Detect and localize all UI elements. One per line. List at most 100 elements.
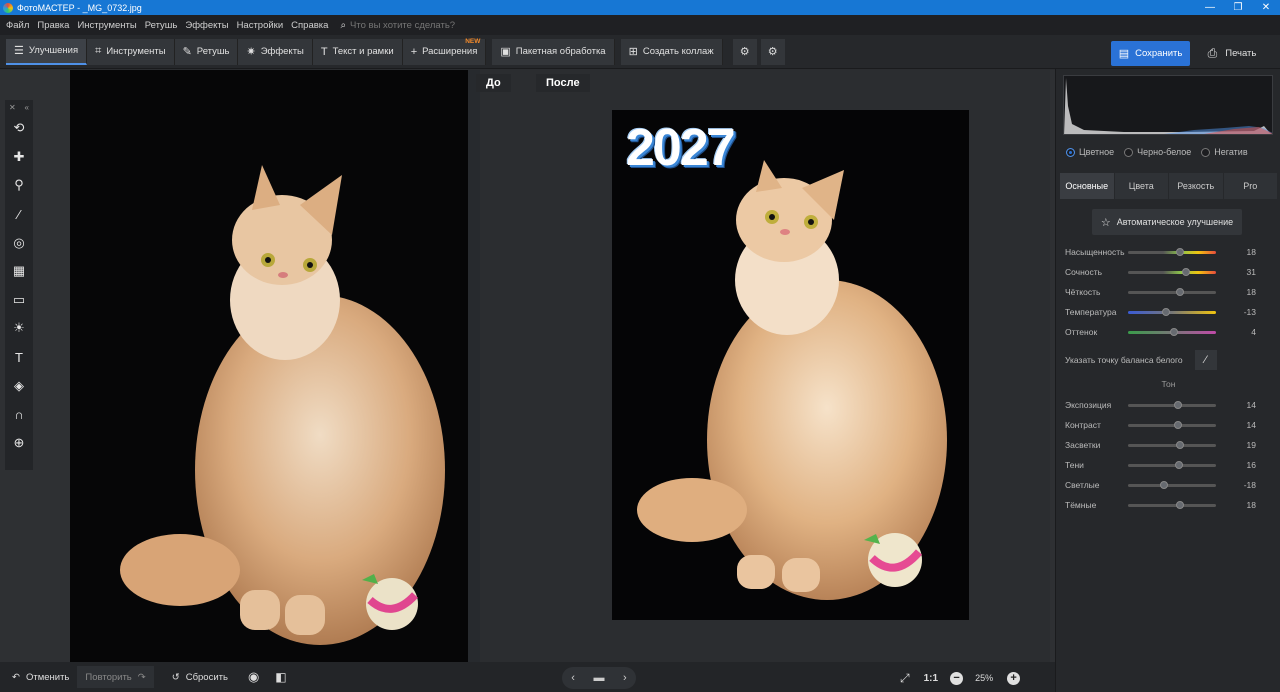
tab-retouch[interactable]: ✎ Ретушь [174, 38, 239, 65]
adjustments-panel: Цветное Черно-белое Негатив Основные Цве… [1055, 69, 1280, 692]
folder-icon[interactable]: ▬ [593, 672, 604, 684]
menu-effects[interactable]: Эффекты [185, 20, 228, 31]
eyedropper-icon[interactable]: ⁄ [1194, 350, 1217, 370]
auto-enhance-button[interactable]: ☆ Автоматическое улучшение [1092, 209, 1242, 235]
text-tool-icon[interactable]: T [5, 343, 33, 372]
slider-value: 14 [1246, 400, 1256, 410]
compare-settings-icon[interactable]: ⚙ [732, 38, 757, 65]
history-icon[interactable]: ⚙ [760, 38, 785, 65]
cat-photo-after [637, 160, 947, 600]
prev-image-icon[interactable]: ‹ [571, 672, 575, 684]
menu-file[interactable]: Файл [6, 20, 29, 31]
tab-tools[interactable]: ⌗ Инструменты [87, 38, 175, 65]
slider-handle[interactable] [1175, 247, 1184, 256]
tab-effects[interactable]: ✷ Эффекты [238, 38, 313, 65]
slider-handle[interactable] [1160, 480, 1169, 489]
slider-track[interactable] [1128, 400, 1216, 409]
tab-extensions[interactable]: + Расширения NEW [402, 38, 487, 65]
floppy-icon: ▤ [1118, 48, 1130, 60]
undo-button[interactable]: ↶ Отменить [4, 666, 77, 688]
search-input[interactable] [350, 19, 551, 31]
mode-negative[interactable]: Негатив [1201, 147, 1248, 157]
menu-edit[interactable]: Правка [37, 20, 69, 31]
before-label: До [476, 74, 511, 92]
slider-row: Тени 16 [1065, 458, 1275, 472]
compare-icon[interactable]: ◧ [267, 666, 294, 688]
vignette-icon[interactable]: ▭ [5, 286, 33, 315]
slider-handle[interactable] [1175, 500, 1184, 509]
split-divider[interactable] [468, 70, 480, 662]
tab-pro[interactable]: Pro [1223, 173, 1277, 199]
slider-track[interactable] [1128, 287, 1216, 296]
create-collage-button[interactable]: ⊞ Создать коллаж [620, 38, 723, 65]
tab-enhancements[interactable]: ☰ Улучшения [6, 38, 88, 65]
slider-handle[interactable] [1174, 400, 1183, 409]
histogram-graph [1064, 78, 1272, 134]
globe-tool-icon[interactable]: ⊕ [5, 429, 33, 458]
batch-processing-button[interactable]: ▣ Пакетная обработка [492, 38, 615, 65]
slider-handle[interactable] [1169, 327, 1178, 336]
tab-colors[interactable]: Цвета [1114, 173, 1168, 199]
mode-color[interactable]: Цветное [1066, 147, 1114, 157]
minimize-button[interactable]: — [1196, 2, 1224, 13]
next-image-icon[interactable]: › [623, 672, 627, 684]
fill-tool-icon[interactable]: ◈ [5, 371, 33, 400]
radio-color[interactable] [1066, 147, 1075, 157]
actual-size-button[interactable]: 1:1 [924, 673, 938, 684]
patch-tool-icon[interactable]: ✚ [5, 143, 33, 172]
save-button[interactable]: ▤ Сохранить [1111, 41, 1190, 66]
slider-handle[interactable] [1176, 440, 1185, 449]
zoom-in-icon[interactable]: + [1007, 671, 1021, 685]
gradient-filter-icon[interactable]: ▦ [5, 257, 33, 286]
slider-value: 31 [1246, 267, 1256, 277]
slider-handle[interactable] [1175, 460, 1184, 469]
menu-settings[interactable]: Настройки [237, 20, 284, 31]
slider-track[interactable] [1128, 267, 1216, 276]
slider-handle[interactable] [1174, 420, 1183, 429]
fit-screen-icon[interactable]: ⤢ [900, 671, 910, 686]
collapse-palette-icon[interactable]: « [25, 103, 29, 112]
slider-handle[interactable] [1162, 307, 1171, 316]
slider-label: Тёмные [1065, 500, 1097, 510]
slider-handle[interactable] [1175, 287, 1184, 296]
stamp-tool-icon[interactable]: ⚲ [5, 171, 33, 200]
after-label: После [536, 74, 590, 92]
redo-button[interactable]: Повторить ↷ [77, 666, 154, 688]
slider-row: Засветки 19 [1065, 438, 1275, 452]
slider-track[interactable] [1128, 307, 1216, 316]
restore-button[interactable]: ❐ [1224, 2, 1252, 13]
slider-handle[interactable] [1181, 267, 1190, 276]
mode-bw[interactable]: Черно-белое [1124, 147, 1191, 157]
slider-label: Чёткость [1065, 287, 1101, 297]
slider-track[interactable] [1128, 500, 1216, 509]
close-palette-icon[interactable]: ✕ [9, 103, 16, 112]
rotate-tool-icon[interactable]: ⟲ [5, 114, 33, 143]
brush-tool-icon[interactable]: ⁄ [5, 200, 33, 229]
slider-track[interactable] [1128, 420, 1216, 429]
menu-retouch[interactable]: Ретушь [145, 20, 178, 31]
slider-track[interactable] [1128, 327, 1216, 336]
menu-tools[interactable]: Инструменты [77, 20, 136, 31]
slider-track[interactable] [1128, 460, 1216, 469]
tab-text-frames[interactable]: T Текст и рамки [312, 38, 403, 65]
zoom-out-icon[interactable]: − [950, 671, 964, 685]
light-icon[interactable]: ☀ [5, 314, 33, 343]
tab-basic[interactable]: Основные [1060, 173, 1114, 199]
radial-filter-icon[interactable]: ◎ [5, 228, 33, 257]
print-button[interactable]: ⎙ Печать [1197, 41, 1267, 66]
mode-bw-label: Черно-белое [1137, 147, 1192, 157]
close-button[interactable]: ✕ [1252, 2, 1280, 13]
reset-button[interactable]: ↺ Сбросить [164, 666, 236, 688]
tab-label: Улучшения [28, 45, 79, 56]
menu-help[interactable]: Справка [291, 20, 328, 31]
collage-icon: ⊞ [628, 46, 638, 58]
slider-track[interactable] [1128, 480, 1216, 489]
radio-bw[interactable] [1124, 147, 1134, 157]
radio-negative[interactable] [1201, 147, 1211, 157]
overlay-text-2027[interactable]: 2027 [626, 118, 736, 178]
tab-sharpness[interactable]: Резкость [1169, 173, 1223, 199]
magnet-tool-icon[interactable]: ∩ [5, 400, 33, 429]
slider-track[interactable] [1128, 247, 1216, 256]
eye-icon[interactable]: ◉ [240, 666, 267, 688]
slider-track[interactable] [1128, 440, 1216, 449]
